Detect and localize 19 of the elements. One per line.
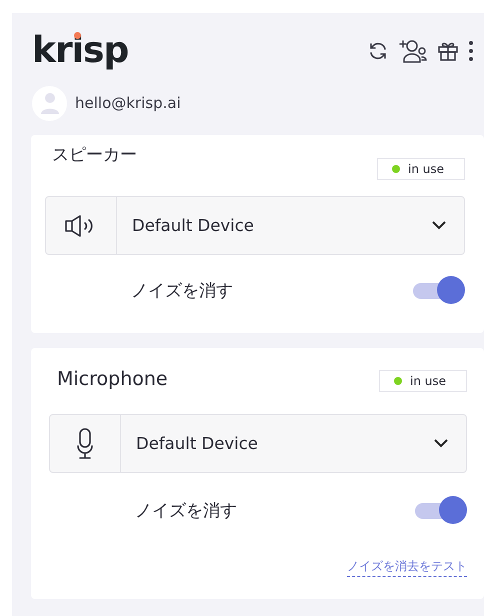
toggle-label: ノイズを消す: [135, 500, 237, 522]
section-title: Microphone: [57, 368, 168, 390]
device-dropdown[interactable]: Default Device: [45, 196, 465, 255]
add-users-icon[interactable]: [398, 38, 428, 64]
section-title: スピーカー: [52, 144, 137, 166]
chevron-down-icon: [434, 439, 448, 448]
test-noise-link[interactable]: ノイズを消去をテスト: [347, 559, 467, 577]
account-email: hello@krisp.ai: [75, 94, 181, 112]
noise-cancel-toggle[interactable]: [415, 495, 467, 525]
device-dropdown[interactable]: Default Device: [49, 414, 467, 473]
toggle-label: ノイズを消す: [131, 280, 233, 302]
chevron-down-icon: [432, 221, 446, 230]
status-badge: in use: [379, 370, 467, 392]
more-menu-icon[interactable]: [468, 39, 474, 63]
krisp-logo: krisp: [32, 31, 128, 71]
microphone-icon: [77, 428, 93, 460]
noise-cancel-toggle[interactable]: [413, 275, 465, 305]
status-badge: in use: [377, 158, 465, 180]
avatar-icon: [32, 86, 67, 120]
